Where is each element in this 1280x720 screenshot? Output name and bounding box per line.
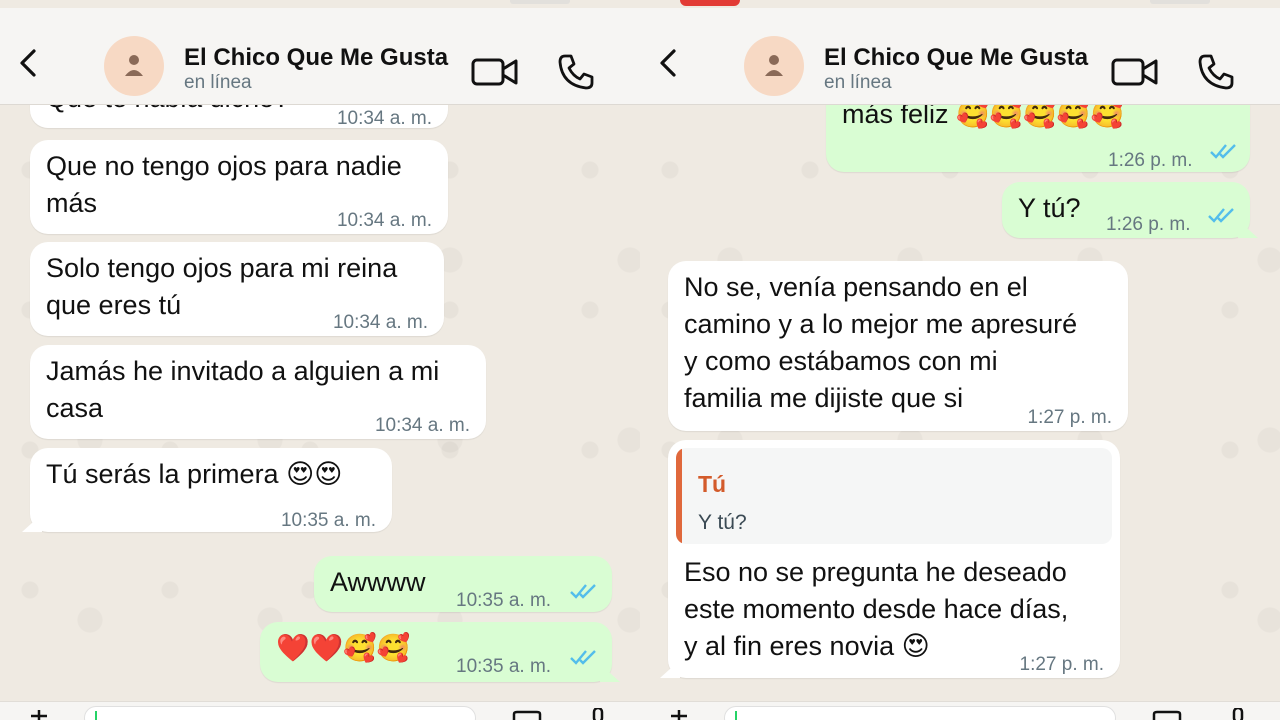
back-icon[interactable] [654,48,684,78]
message-time: 10:35 a. m. [456,590,552,611]
quoted-message[interactable]: Tú Y tú? [676,448,1112,544]
message-outgoing[interactable]: Awwww 10:35 a. m. [314,556,612,612]
message-time: 10:34 a. m. [332,312,428,333]
avatar[interactable] [744,36,804,96]
message-time: 1:27 p. m. [1027,407,1113,428]
avatar[interactable] [104,36,164,96]
recording-indicator [680,0,740,6]
contact-status: en línea [824,72,892,93]
mic-icon[interactable] [590,708,606,720]
message-time: 1:27 p. m. [1019,654,1105,675]
message-input[interactable] [84,706,476,720]
message-incoming[interactable]: Jamás he invitado a alguien a mi casa 10… [30,345,486,439]
message-text: Eso no se pregunta he deseado este momen… [684,557,1069,661]
message-incoming[interactable]: Tú serás la primera 😍😍 10:35 a. m. [22,448,392,532]
status-bar [0,0,640,8]
camera-icon[interactable] [512,710,542,720]
chat-header: El Chico Que Me Gusta en línea [640,8,1280,105]
input-caret [95,711,97,720]
chat-pane-right: más feliz 🥰🥰🥰🥰🥰 1:26 p. m. Y tú? 1:26 p.… [640,0,1280,720]
bubble-tail [1238,220,1258,238]
message-incoming[interactable]: Tú Y tú? Eso no se pregunta he deseado e… [660,440,1120,678]
quote-bar [676,448,682,544]
quote-text: Y tú? [698,511,747,534]
phone-icon[interactable] [1196,52,1236,92]
message-composer [640,701,1280,720]
phone-icon[interactable] [556,52,596,92]
bubble-tail [660,660,680,678]
message-time: 10:35 a. m. [280,510,376,531]
message-text: Awwww [330,567,426,597]
message-time: 1:26 p. m. [1106,214,1191,235]
read-ticks-icon [570,650,596,665]
bubble-tail [600,664,620,682]
chat-header: El Chico Que Me Gusta en línea [0,8,640,105]
message-outgoing[interactable]: Y tú? 1:26 p. m. [1002,182,1258,238]
status-bar [640,0,1280,8]
message-time: 10:34 a. m. [374,415,470,436]
quote-author: Tú [698,471,727,497]
chat-pane-left: Que te había dicho? 10:34 a. m. Que no t… [0,0,640,720]
bubble-tail [22,514,42,532]
video-call-icon[interactable] [1110,52,1160,92]
message-time: 10:34 a. m. [336,108,432,129]
person-icon [125,55,143,76]
contact-name[interactable]: El Chico Que Me Gusta [184,44,448,72]
mic-icon[interactable] [1230,708,1246,720]
message-incoming[interactable]: Que no tengo ojos para nadie más 10:34 a… [30,140,448,234]
read-ticks-icon [570,584,596,599]
message-text: Tú serás la primera 😍😍 [46,459,343,489]
message-time: 10:35 a. m. [456,656,552,677]
message-time: 10:34 a. m. [336,210,432,231]
contact-status: en línea [184,72,252,93]
signal-indicator [1150,0,1210,4]
plus-icon[interactable] [670,710,688,720]
read-ticks-icon [1210,144,1236,159]
plus-icon[interactable] [30,710,48,720]
person-icon [765,55,783,76]
message-composer [0,701,640,720]
message-incoming[interactable]: Solo tengo ojos para mi reina que eres t… [30,242,444,336]
message-outgoing[interactable]: ❤️❤️🥰🥰 10:35 a. m. [260,622,620,682]
message-text: ❤️❤️🥰🥰 [276,633,411,663]
message-text: Y tú? [1018,193,1081,223]
message-input[interactable] [724,706,1116,720]
contact-name[interactable]: El Chico Que Me Gusta [824,44,1088,72]
video-call-icon[interactable] [470,52,520,92]
signal-indicator [510,0,570,4]
message-text: No se, venía pensando en el camino y a l… [684,272,1078,413]
message-time: 1:26 p. m. [1108,150,1193,171]
back-icon[interactable] [14,48,44,78]
message-incoming[interactable]: No se, venía pensando en el camino y a l… [668,261,1128,431]
read-ticks-icon [1208,208,1234,223]
camera-icon[interactable] [1152,710,1182,720]
input-caret [735,711,737,720]
